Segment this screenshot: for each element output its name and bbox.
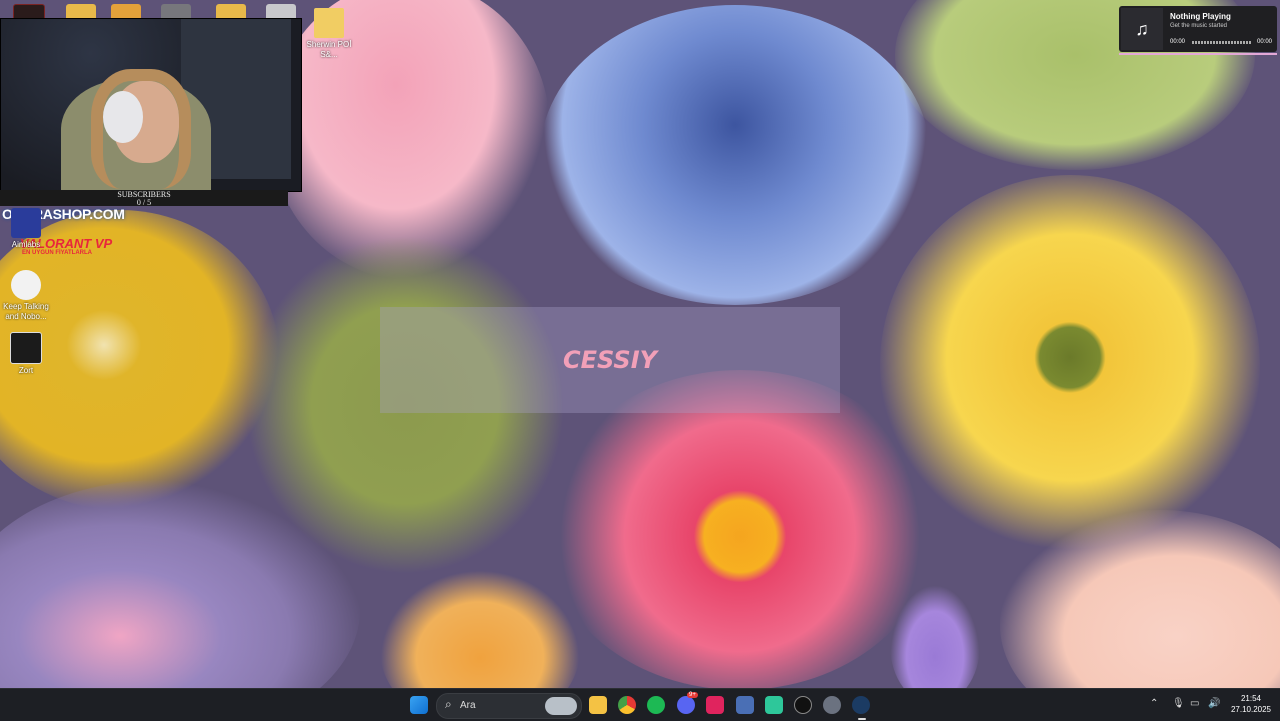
violet-bud-decoration <box>890 585 980 688</box>
windows-start-button[interactable] <box>410 696 428 714</box>
headphones-icon <box>103 91 143 143</box>
blue-peony-decoration <box>540 5 930 305</box>
discord-badge: 9+ <box>687 692 698 698</box>
streamer-name: CESSIY <box>562 346 658 374</box>
folder-icon <box>314 8 344 38</box>
pink-gerbera-decoration <box>545 370 935 688</box>
chrome-icon[interactable] <box>618 696 636 714</box>
desktop-icon-label: Aimlabs <box>11 240 41 249</box>
keep-talking-icon <box>11 270 41 300</box>
desktop-icon-label: Keep Talking and Nobo... <box>3 302 49 321</box>
taskbar: ⌕ Ara 9+ ⌃ 🎙 ▭ 🔊 21:54 27.10.2025 <box>0 688 1280 721</box>
search-icon: ⌕ <box>445 697 452 711</box>
desktop-icon-label: Sherwin POİ̇ S&... <box>306 40 352 59</box>
zort-icon <box>10 332 42 364</box>
desktop-icon-aimlabs[interactable]: Aimlabs <box>0 208 52 250</box>
display-icon[interactable]: ▭ <box>1190 698 1199 709</box>
subscriber-goal: SUBSCRIBERS 0 / 5 <box>0 190 288 207</box>
now-playing-subtitle: Get the music started <box>1170 23 1228 29</box>
clock-date: 27.10.2025 <box>1230 705 1272 714</box>
progress-bar <box>1192 41 1252 44</box>
tiktok-icon[interactable] <box>706 696 724 714</box>
aimlabs-icon <box>11 208 41 238</box>
now-playing-title: Nothing Playing <box>1170 12 1231 21</box>
taskbar-search[interactable]: ⌕ Ara <box>436 693 582 719</box>
clock-time: 21:54 <box>1240 694 1262 703</box>
microphone-icon[interactable]: 🎙 <box>1172 698 1185 709</box>
webcam-feed <box>0 18 302 192</box>
search-highlight-image <box>545 697 577 715</box>
spotify-icon[interactable] <box>647 696 665 714</box>
taskbar-clock[interactable]: 21:54 27.10.2025 <box>1226 693 1276 715</box>
orange-leaf-decoration <box>380 570 580 688</box>
valorant-subtitle: EN UYGUN FİYATLARLA <box>22 250 93 256</box>
app-icon[interactable] <box>794 696 812 714</box>
desktop-icon-label: Zort <box>18 366 34 375</box>
now-playing-accent <box>1119 53 1277 55</box>
search-placeholder: Ara <box>460 700 476 711</box>
app-icon[interactable] <box>765 696 783 714</box>
app-icon[interactable] <box>736 696 754 714</box>
music-note-icon: ♫ <box>1121 8 1163 50</box>
chevron-up-icon[interactable]: ⌃ <box>1150 698 1158 709</box>
desktop-icon-zort[interactable]: Zort <box>0 332 52 376</box>
discord-icon[interactable]: 9+ <box>677 692 698 714</box>
desktop-wallpaper: Sherwin POİ̇ S&... SUBSCRIBERS 0 / 5 OMS… <box>0 0 1280 688</box>
file-explorer-icon[interactable] <box>589 696 607 714</box>
now-playing-widget: ♫ Nothing Playing Get the music started … <box>1119 6 1277 52</box>
desktop-icon-keep-talking[interactable]: Keep Talking and Nobo... <box>0 270 52 322</box>
time-end: 00:00 <box>1257 39 1273 45</box>
streamer-name-overlay: CESSIY <box>380 307 840 413</box>
settings-icon[interactable] <box>823 696 841 714</box>
steam-icon[interactable] <box>852 696 870 714</box>
volume-icon[interactable]: 🔊 <box>1208 698 1220 709</box>
yellow-daisy-decoration <box>880 175 1260 555</box>
desktop-icon-sherwin[interactable]: Sherwin POİ̇ S&... <box>303 8 355 60</box>
time-start: 00:00 <box>1170 39 1186 45</box>
